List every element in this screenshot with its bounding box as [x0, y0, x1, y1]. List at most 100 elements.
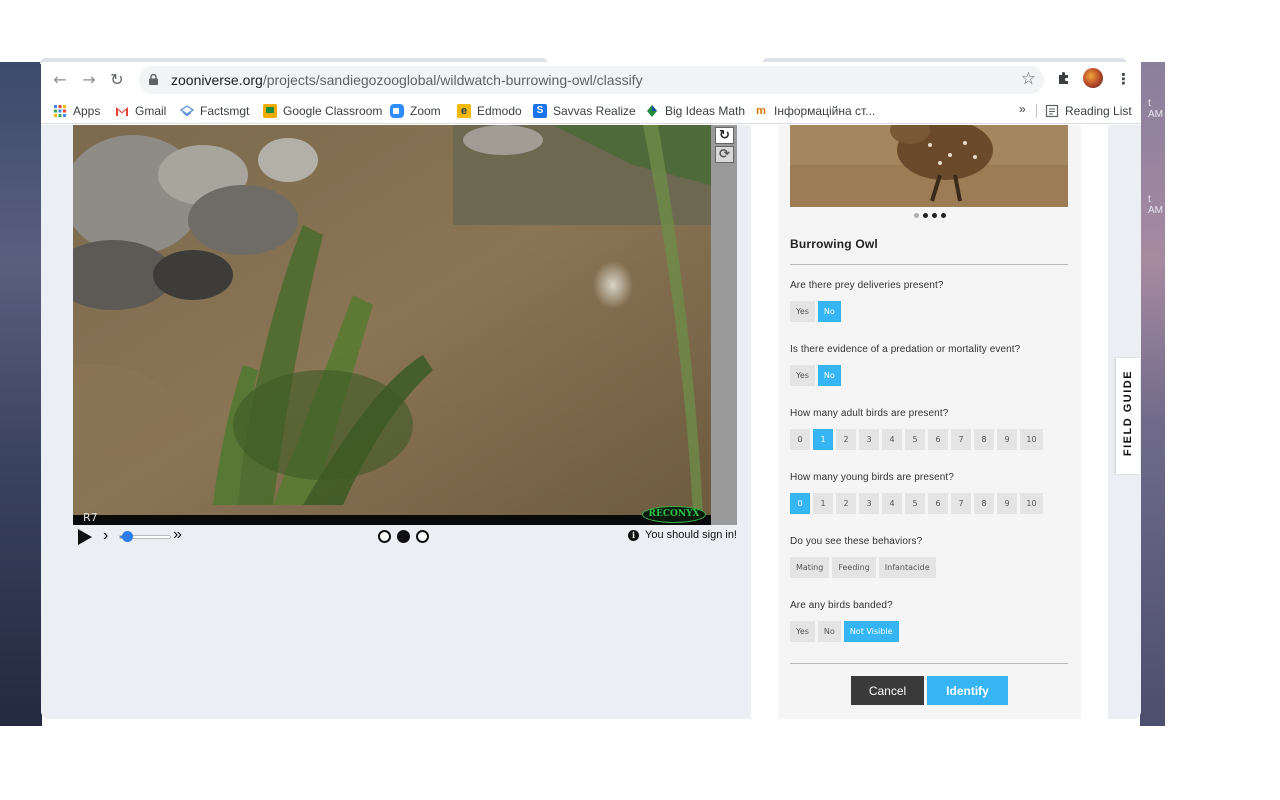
apps-grid-icon — [54, 105, 66, 117]
bookmark-label: Apps — [73, 104, 101, 118]
answer-option[interactable]: 3 — [859, 429, 879, 450]
answer-option[interactable]: 10 — [1020, 493, 1043, 514]
answer-option[interactable]: Yes — [790, 621, 815, 642]
bookmarks-divider — [1036, 104, 1037, 118]
url-omnibox[interactable]: zooniverse.org/projects/sandiegozoogloba… — [139, 66, 1044, 94]
faster-icon[interactable]: » — [173, 526, 182, 544]
answer-options: 0 1 2 3 4 5 6 7 8 9 10 — [790, 429, 1043, 450]
bookmark-gmail[interactable]: Gmail — [115, 102, 166, 120]
identify-button[interactable]: Identify — [927, 676, 1008, 705]
answer-option[interactable]: Infantacide — [878, 557, 936, 578]
bookmark-big-ideas-math[interactable]: Big Ideas Math — [645, 102, 745, 120]
speed-slider-handle[interactable] — [122, 531, 134, 542]
question-text: How many young birds are present? — [790, 472, 954, 483]
reconyx-watermark: RECONYX — [642, 506, 706, 523]
slower-icon[interactable]: › — [103, 527, 108, 545]
answer-option[interactable]: 9 — [997, 493, 1017, 514]
zoom-icon — [390, 104, 404, 118]
answer-option[interactable]: 3 — [859, 493, 879, 514]
answer-option[interactable]: 9 — [997, 429, 1017, 450]
question-text: How many adult birds are present? — [790, 408, 949, 419]
species-name: Burrowing Owl — [790, 237, 878, 251]
answer-option[interactable]: Feeding — [832, 557, 876, 578]
factsmgt-icon — [180, 105, 194, 117]
extensions-puzzle-icon[interactable] — [1057, 70, 1071, 89]
answer-options: Yes No — [790, 301, 841, 322]
answer-option[interactable]: 2 — [836, 429, 856, 450]
reading-list-button[interactable]: Reading List — [1045, 102, 1132, 120]
answer-option[interactable]: 7 — [951, 429, 971, 450]
answer-option[interactable]: 5 — [905, 429, 925, 450]
carousel-dot[interactable] — [913, 213, 919, 218]
rotate-icon[interactable]: ↻ — [715, 127, 734, 144]
bookmark-savvas-realize[interactable]: S Savvas Realize — [533, 102, 636, 120]
savvas-icon: S — [533, 104, 547, 118]
bookmarks-overflow-button[interactable]: » — [1019, 102, 1026, 116]
bookmark-label: Savvas Realize — [553, 104, 636, 118]
reset-icon[interactable]: ⟳ — [715, 146, 734, 163]
address-toolbar: ← → ↻ zooniverse.org/projects/sandiegozo… — [41, 62, 1141, 98]
back-arrow-icon[interactable]: ← — [50, 70, 70, 90]
bookmark-label: Factsmgt — [200, 104, 250, 118]
profile-avatar[interactable] — [1083, 68, 1103, 88]
answer-option[interactable]: Not Visible — [843, 621, 899, 642]
frame-dot[interactable] — [397, 530, 410, 543]
info-site-icon: m — [756, 105, 766, 117]
browser-window: ← → ↻ zooniverse.org/projects/sandiegozo… — [41, 62, 1141, 719]
answer-option[interactable]: No — [817, 301, 841, 322]
answer-option[interactable]: 4 — [882, 493, 902, 514]
answer-option[interactable]: 6 — [928, 429, 948, 450]
field-guide-tab[interactable]: FIELD GUIDE — [1116, 358, 1140, 474]
bookmark-info-site[interactable]: m Інформаційна ст... — [754, 102, 875, 120]
url-host: zooniverse.org — [171, 72, 263, 88]
answer-option[interactable]: Mating — [790, 557, 830, 578]
desktop-clock-label: t AM — [1148, 194, 1163, 216]
answer-option[interactable]: No — [817, 621, 841, 642]
carousel-dot[interactable] — [931, 213, 937, 218]
answer-option[interactable]: Yes — [790, 365, 815, 386]
desktop-clock-label: t AM — [1148, 98, 1163, 120]
url-text[interactable]: zooniverse.org/projects/sandiegozoogloba… — [171, 72, 643, 88]
bookmark-factsmgt[interactable]: Factsmgt — [180, 102, 249, 120]
bookmark-label: Edmodo — [477, 104, 522, 118]
frame-selector — [378, 530, 429, 543]
field-guide-label: FIELD GUIDE — [1122, 369, 1134, 457]
answer-option[interactable]: 0 — [790, 493, 810, 514]
answer-options: Yes No — [790, 365, 841, 386]
forward-arrow-icon[interactable]: → — [79, 70, 99, 90]
browser-menu-icon[interactable]: ⋮ — [1116, 70, 1131, 88]
camera-trap-photo[interactable] — [73, 125, 711, 515]
bookmark-zoom[interactable]: Zoom — [390, 102, 441, 120]
answer-option[interactable]: 1 — [813, 493, 833, 514]
answer-option[interactable]: 5 — [905, 493, 925, 514]
answer-option[interactable]: 2 — [836, 493, 856, 514]
answer-option[interactable]: 10 — [1020, 429, 1043, 450]
bookmark-apps[interactable]: Apps — [53, 102, 100, 120]
answer-option[interactable]: Yes — [790, 301, 815, 322]
frame-dot[interactable] — [416, 530, 429, 543]
answer-option[interactable]: 6 — [928, 493, 948, 514]
carousel-dot[interactable] — [922, 213, 928, 218]
answer-option[interactable]: 1 — [813, 429, 833, 450]
bookmark-edmodo[interactable]: e Edmodo — [457, 102, 522, 120]
bookmark-star-icon[interactable]: ☆ — [1021, 69, 1036, 89]
cancel-button[interactable]: Cancel — [851, 676, 924, 705]
answer-options: 0 1 2 3 4 5 6 7 8 9 10 — [790, 493, 1043, 514]
reading-list-icon — [1045, 104, 1059, 118]
bookmark-google-classroom[interactable]: Google Classroom — [263, 102, 382, 120]
answer-option[interactable]: 7 — [951, 493, 971, 514]
viewer-side-toolbar: ↻ ⟳ — [711, 125, 737, 525]
carousel-dot[interactable] — [940, 213, 946, 218]
info-icon: i — [628, 529, 640, 541]
answer-option[interactable]: No — [817, 365, 841, 386]
frame-dot[interactable] — [378, 530, 391, 543]
answer-option[interactable]: 8 — [974, 493, 994, 514]
signin-notice[interactable]: i You should sign in! — [628, 529, 737, 541]
answer-option[interactable]: 4 — [882, 429, 902, 450]
answer-option[interactable]: 0 — [790, 429, 810, 450]
play-icon[interactable] — [78, 529, 92, 545]
answer-option[interactable]: 8 — [974, 429, 994, 450]
reload-icon[interactable]: ↻ — [107, 70, 127, 90]
question-text: Do you see these behaviors? — [790, 536, 923, 547]
desktop-wallpaper-left — [0, 62, 42, 726]
